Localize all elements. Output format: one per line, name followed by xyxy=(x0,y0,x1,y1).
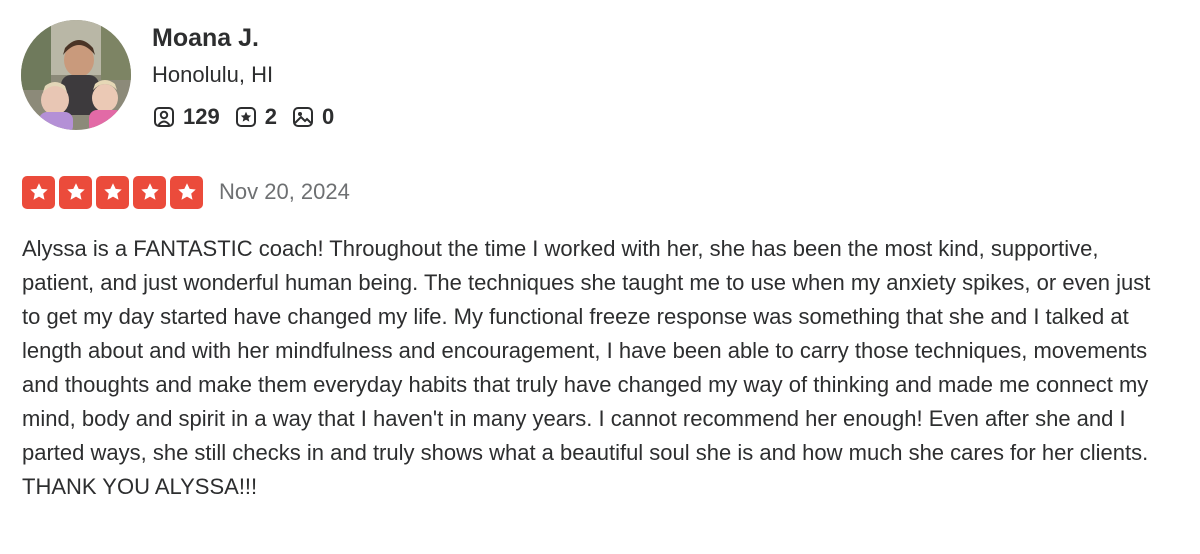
review-text: Alyssa is a FANTASTIC coach! Throughout … xyxy=(22,236,1151,499)
review-date: Nov 20, 2024 xyxy=(219,179,350,204)
photos-count: 0 xyxy=(321,104,335,129)
avatar-image xyxy=(21,20,131,130)
user-name[interactable]: Moana J. xyxy=(152,20,259,56)
rating-star-icon xyxy=(22,175,55,209)
friends-count: 129 xyxy=(183,104,220,129)
rating-star-icon xyxy=(133,175,166,209)
friends-icon xyxy=(152,105,176,129)
photo-icon xyxy=(291,105,315,129)
review-card: Moana J. Honolulu, HI 129 2 0 Nov 20, 20… xyxy=(0,0,1200,554)
reviews-count: 2 xyxy=(264,104,277,129)
photos-stat: 0 xyxy=(291,104,334,130)
review-star-icon xyxy=(234,105,258,129)
friends-stat: 129 xyxy=(152,104,220,130)
avatar[interactable] xyxy=(21,20,131,130)
rating-row: Nov 20, 2024 xyxy=(22,174,350,210)
rating-star-icon xyxy=(96,175,129,209)
user-location: Honolulu, HI xyxy=(152,62,274,87)
user-stats: 129 2 0 xyxy=(152,100,348,134)
star-rating xyxy=(22,175,207,209)
reviews-stat: 2 xyxy=(234,104,277,130)
rating-star-icon xyxy=(170,175,203,209)
rating-star-icon xyxy=(59,175,92,209)
